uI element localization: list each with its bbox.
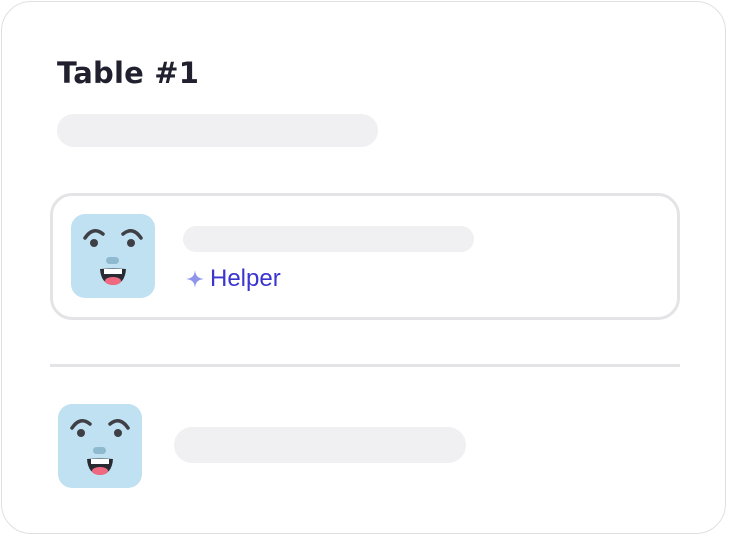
smiling-face-icon: [70, 419, 130, 475]
smiling-face-icon: [83, 229, 143, 285]
avatar: [58, 404, 142, 488]
row-text-placeholder: [174, 427, 466, 463]
card-title: Table #1: [57, 56, 200, 90]
subtitle-placeholder: [57, 114, 378, 147]
sparkle-icon: [186, 270, 204, 288]
avatar: [71, 214, 155, 298]
helper-tag: Helper: [186, 264, 281, 294]
divider: [50, 364, 680, 367]
helper-label: Helper: [210, 265, 281, 292]
row-text-placeholder: [183, 226, 474, 252]
